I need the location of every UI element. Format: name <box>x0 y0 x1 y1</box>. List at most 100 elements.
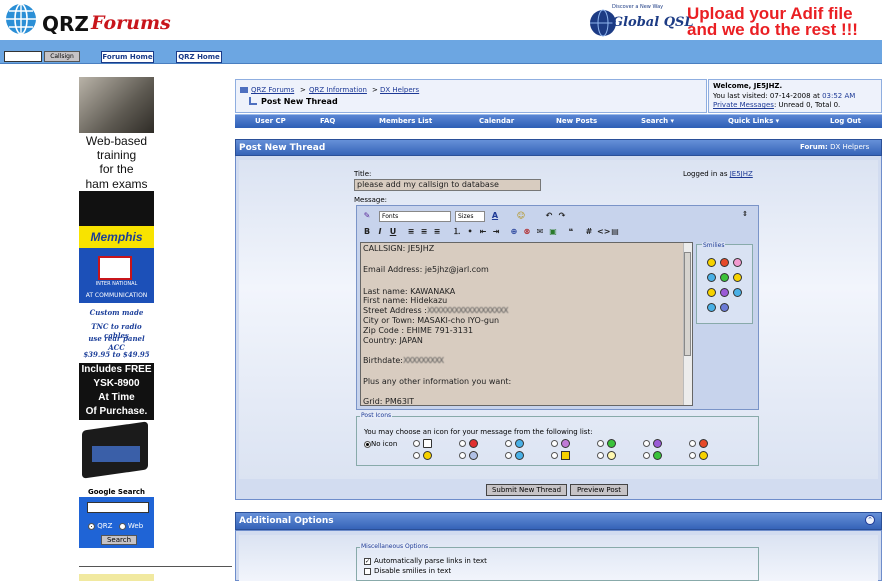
forum-home-button[interactable]: Forum Home <box>101 51 154 63</box>
insert-link-icon[interactable]: ⊕ <box>509 227 519 237</box>
font-select[interactable]: Fonts <box>379 211 451 222</box>
post-icon-radio[interactable] <box>689 452 696 459</box>
post-icon-radio[interactable] <box>505 440 512 447</box>
smilie-icon[interactable] <box>707 303 716 312</box>
insert-image-icon[interactable]: ▣ <box>548 227 558 237</box>
breadcrumb-link-qrz-forums[interactable]: QRZ Forums <box>251 86 294 94</box>
underline-icon[interactable]: U <box>388 227 398 237</box>
outdent-icon[interactable]: ⇤ <box>478 227 488 237</box>
smilie-icon[interactable] <box>707 258 716 267</box>
menu-members-list[interactable]: Members List <box>379 117 432 125</box>
ad-bottom-banner[interactable] <box>79 574 154 581</box>
smilie-icon[interactable] <box>707 288 716 297</box>
smilie-icon[interactable] <box>720 273 729 282</box>
italic-icon[interactable]: I <box>375 227 385 237</box>
redo-icon[interactable]: ↷ <box>557 211 567 221</box>
post-icon-radio[interactable] <box>643 452 650 459</box>
ad-memphis[interactable]: Memphis <box>79 226 154 248</box>
google-search-input[interactable] <box>87 502 149 513</box>
smilie-icon[interactable] <box>707 273 716 282</box>
align-right-icon[interactable]: ≡ <box>432 227 442 237</box>
post-icon-radio[interactable] <box>459 440 466 447</box>
preview-post-button[interactable]: Preview Post <box>570 484 628 496</box>
post-icon-radio[interactable] <box>597 452 604 459</box>
align-center-icon[interactable]: ≡ <box>419 227 429 237</box>
align-left-icon[interactable]: ≡ <box>406 227 416 237</box>
wrap-quote-icon[interactable]: ❝ <box>566 227 576 237</box>
google-search-button[interactable]: Search <box>101 535 137 545</box>
thread-title-input[interactable]: please add my callsign to database <box>354 179 541 191</box>
adif-banner-line2[interactable]: and we do the rest !!! <box>687 20 858 40</box>
wrap-code-icon[interactable]: # <box>584 227 594 237</box>
logged-in-user-link[interactable]: JE5JHZ <box>730 170 753 178</box>
smilie-icon[interactable] <box>733 273 742 282</box>
switch-editor-mode-icon[interactable]: ✎ <box>362 211 372 221</box>
indent-icon[interactable]: ⇥ <box>491 227 501 237</box>
message-line: Country: JAPAN <box>363 336 423 345</box>
insert-smilie-icon[interactable]: ☺ <box>516 211 526 221</box>
smilie-icon[interactable] <box>720 258 729 267</box>
remove-link-icon[interactable]: ⊗ <box>522 227 532 237</box>
welcome-text: Welcome, JE5JHZ. <box>713 82 783 90</box>
callsign-search-input[interactable] <box>4 51 42 62</box>
disable-smilies-checkbox[interactable] <box>364 568 371 575</box>
forum-link[interactable]: DX Helpers <box>830 143 869 151</box>
post-icon-radio[interactable] <box>413 440 420 447</box>
smilie-icon[interactable] <box>720 288 729 297</box>
text-color-icon[interactable]: A <box>490 211 500 221</box>
menu-user-cp[interactable]: User CP <box>255 117 286 125</box>
wrap-php-icon[interactable]: ▤ <box>610 227 620 237</box>
resize-editor-icon[interactable]: ⇕ <box>740 209 750 219</box>
ad-training-line[interactable]: for the <box>79 162 154 176</box>
post-icon-radio[interactable] <box>597 440 604 447</box>
ad-slingshot-photo[interactable] <box>79 77 154 133</box>
logo-forums-text[interactable]: Forums <box>91 12 171 34</box>
post-icon-radio[interactable] <box>643 440 650 447</box>
post-icon-radio[interactable] <box>459 452 466 459</box>
menu-search[interactable]: Search ▾ <box>641 117 674 125</box>
globalqsl-name[interactable]: Global QSL <box>612 15 694 30</box>
menu-new-posts[interactable]: New Posts <box>556 117 597 125</box>
size-select[interactable]: Sizes <box>455 211 485 222</box>
radio-qrz[interactable] <box>88 522 95 530</box>
smilie-icon[interactable] <box>733 288 742 297</box>
collapse-icon[interactable]: ⌃ <box>865 515 875 525</box>
insert-email-icon[interactable]: ✉ <box>535 227 545 237</box>
smilie-icon[interactable] <box>720 303 729 312</box>
breadcrumb-link-dx-helpers[interactable]: DX Helpers <box>380 86 419 94</box>
ad-black-banner[interactable] <box>79 191 154 226</box>
ordered-list-icon[interactable]: ⒈ <box>452 227 462 237</box>
ad-training-line[interactable]: Web-based <box>79 134 154 148</box>
parse-links-checkbox[interactable]: ✓ <box>364 558 371 565</box>
globe-logo-icon[interactable] <box>4 2 38 36</box>
ad-cable-line: Custom made <box>89 308 144 317</box>
menu-log-out[interactable]: Log Out <box>830 117 861 125</box>
submit-new-thread-button[interactable]: Submit New Thread <box>486 484 567 496</box>
post-icon-radio[interactable] <box>551 452 558 459</box>
qrz-home-button[interactable]: QRZ Home <box>176 51 222 63</box>
ad-training-line[interactable]: training <box>79 148 154 162</box>
wrap-html-icon[interactable]: <> <box>597 227 610 237</box>
smilie-icon[interactable] <box>733 258 742 267</box>
message-line: Plus any other information you want: <box>363 377 512 386</box>
post-icon-radio[interactable] <box>505 452 512 459</box>
menu-faq[interactable]: FAQ <box>320 117 335 125</box>
post-icon-radio[interactable] <box>551 440 558 447</box>
undo-icon[interactable]: ↶ <box>544 211 554 221</box>
globalqsl-tagline: Discover a New Way <box>612 4 664 10</box>
forum-folder-icon[interactable] <box>240 87 248 93</box>
bold-icon[interactable]: B <box>362 227 372 237</box>
message-scrollbar-thumb[interactable] <box>684 252 691 356</box>
menu-quick-links[interactable]: Quick Links ▾ <box>728 117 779 125</box>
post-icon-radio[interactable] <box>413 452 420 459</box>
menu-calendar[interactable]: Calendar <box>479 117 514 125</box>
ad-training-line[interactable]: ham exams <box>79 177 154 191</box>
private-messages-link[interactable]: Private Messages <box>713 101 774 109</box>
callsign-search-button[interactable]: Callsign <box>44 51 80 62</box>
radio-web[interactable] <box>118 522 126 530</box>
logo-qrz-text[interactable]: QRZ <box>42 12 89 36</box>
unordered-list-icon[interactable]: • <box>465 227 475 237</box>
breadcrumb-link-qrz-information[interactable]: QRZ Information <box>309 86 367 94</box>
no-icon-radio[interactable] <box>364 440 371 448</box>
post-icon-radio[interactable] <box>689 440 696 447</box>
